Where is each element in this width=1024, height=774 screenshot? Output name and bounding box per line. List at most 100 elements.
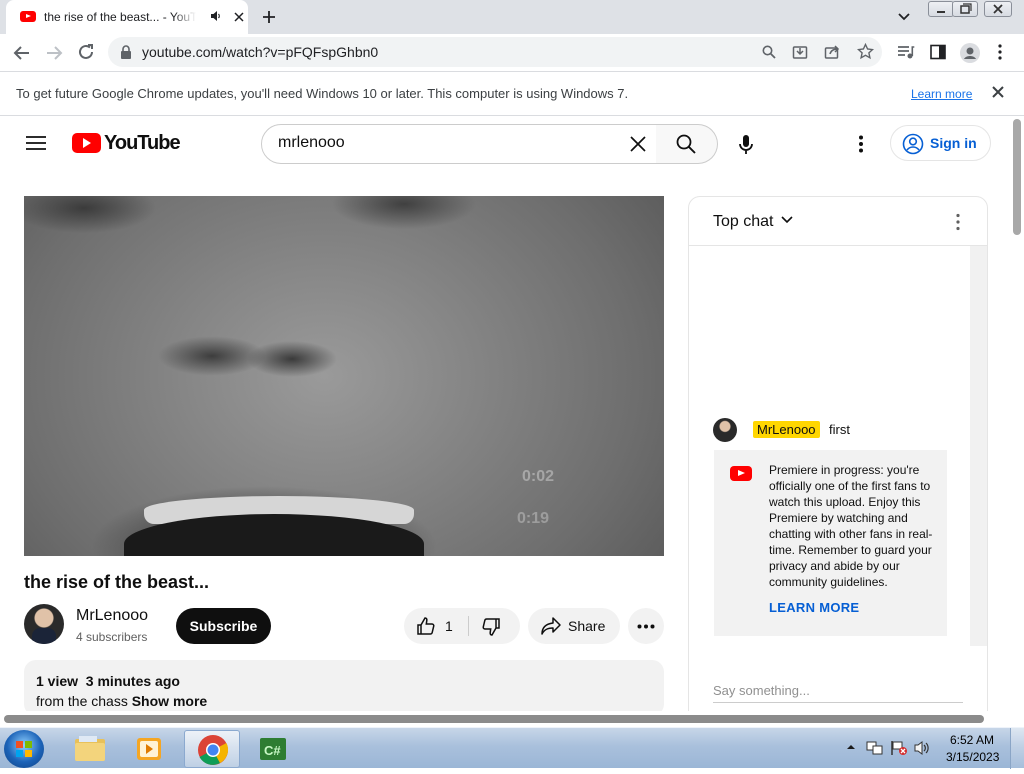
window-minimize-button[interactable] bbox=[928, 1, 954, 17]
chat-header: Top chat bbox=[689, 197, 987, 246]
vertical-scroll-thumb[interactable] bbox=[1013, 119, 1021, 235]
tab-search-chevron-icon[interactable] bbox=[896, 10, 912, 24]
subscribe-button[interactable]: Subscribe bbox=[176, 608, 271, 644]
chat-more-options-icon[interactable] bbox=[955, 213, 961, 231]
install-app-icon[interactable] bbox=[792, 44, 808, 60]
youtube-icon bbox=[730, 466, 752, 481]
chat-input[interactable]: Say something... bbox=[713, 681, 963, 703]
more-actions-button[interactable] bbox=[628, 608, 664, 644]
chat-input-placeholder: Say something... bbox=[713, 683, 810, 698]
video-overlay-text: 0:19 bbox=[517, 510, 550, 527]
chat-author-name[interactable]: MrLenooo bbox=[753, 421, 820, 438]
windows-explorer-taskbar-icon[interactable] bbox=[62, 730, 118, 768]
clear-search-icon[interactable] bbox=[629, 135, 647, 153]
video-description[interactable]: 1 view 3 minutes ago from the chass Show… bbox=[24, 660, 664, 716]
video-title: the rise of the beast... bbox=[24, 572, 210, 592]
channel-name[interactable]: MrLenooo bbox=[76, 607, 148, 625]
video-player[interactable]: 0:02 0:19 bbox=[24, 196, 664, 556]
more-options-icon[interactable] bbox=[858, 135, 864, 153]
notice-learn-more-link[interactable]: LEARN MORE bbox=[769, 600, 859, 615]
search-input[interactable] bbox=[278, 134, 618, 152]
chrome-menu-icon[interactable] bbox=[997, 44, 1003, 60]
premiere-notice: Premiere in progress: you're officially … bbox=[714, 450, 947, 636]
microphone-icon[interactable] bbox=[736, 134, 756, 156]
sign-in-label: Sign in bbox=[930, 135, 977, 151]
forward-arrow-icon[interactable] bbox=[45, 44, 63, 62]
share-label: Share bbox=[568, 618, 606, 634]
account-circle-icon bbox=[902, 133, 924, 155]
new-tab-icon[interactable] bbox=[260, 8, 278, 26]
chat-mode-title[interactable]: Top chat bbox=[713, 213, 773, 231]
chat-message-text: first bbox=[829, 422, 850, 437]
description-text: from the chass Show more bbox=[36, 693, 207, 709]
clock-date[interactable]: 3/15/2023 bbox=[946, 750, 999, 764]
url-text[interactable]: youtube.com/watch?v=pFQFspGhbn0 bbox=[142, 44, 378, 60]
profile-avatar-icon[interactable] bbox=[960, 43, 980, 63]
live-chat-panel: Top chat MrLenooo first Premiere in prog… bbox=[688, 196, 988, 718]
windows-taskbar: C# 6:52 AM 3/15/2023 bbox=[0, 727, 1024, 769]
side-panel-icon[interactable] bbox=[930, 44, 946, 60]
page-vertical-scrollbar[interactable] bbox=[1010, 117, 1024, 711]
reload-icon[interactable] bbox=[77, 43, 95, 61]
like-dislike-group: 1 bbox=[404, 608, 520, 644]
share-button[interactable]: Share bbox=[528, 608, 620, 644]
sign-in-button[interactable]: Sign in bbox=[890, 125, 991, 161]
browser-tab[interactable]: the rise of the beast... - YouTube bbox=[6, 0, 248, 34]
action-center-flag-icon[interactable] bbox=[890, 740, 908, 756]
hamburger-menu-icon[interactable] bbox=[26, 135, 46, 151]
like-count[interactable]: 1 bbox=[445, 618, 453, 634]
chevron-down-icon[interactable] bbox=[780, 214, 794, 226]
window-close-button[interactable] bbox=[984, 1, 1012, 17]
speaker-icon[interactable] bbox=[210, 10, 222, 22]
like-divider bbox=[468, 616, 469, 636]
address-bar[interactable]: youtube.com/watch?v=pFQFspGhbn0 bbox=[108, 37, 882, 67]
volume-icon[interactable] bbox=[913, 740, 931, 756]
media-control-icon[interactable] bbox=[897, 44, 915, 60]
subscriber-count: 4 subscribers bbox=[76, 630, 148, 644]
horizontal-scroll-thumb[interactable] bbox=[4, 715, 984, 723]
infobar-message: To get future Google Chrome updates, you… bbox=[16, 86, 629, 101]
infobar-close-icon[interactable] bbox=[991, 85, 1005, 99]
clock-time[interactable]: 6:52 AM bbox=[950, 733, 994, 747]
tray-overflow-icon[interactable] bbox=[846, 743, 856, 751]
show-more-link[interactable]: Show more bbox=[132, 693, 207, 709]
youtube-logo-text[interactable]: YouTube bbox=[104, 132, 181, 155]
back-arrow-icon[interactable] bbox=[13, 44, 31, 62]
google-chrome-taskbar-icon[interactable] bbox=[184, 730, 240, 768]
youtube-logo-icon[interactable] bbox=[72, 133, 101, 153]
chat-scrollbar[interactable] bbox=[970, 246, 987, 646]
view-count-and-date: 1 view 3 minutes ago bbox=[36, 673, 180, 689]
video-overlay-text: 0:02 bbox=[522, 468, 555, 485]
youtube-icon bbox=[20, 11, 36, 22]
like-thumb-icon[interactable] bbox=[416, 616, 436, 636]
browser-toolbar: youtube.com/watch?v=pFQFspGhbn0 bbox=[0, 34, 1024, 71]
search-icon bbox=[676, 134, 696, 154]
search-button[interactable] bbox=[656, 124, 718, 164]
search-box[interactable] bbox=[261, 124, 657, 164]
update-infobar: To get future Google Chrome updates, you… bbox=[0, 71, 1024, 116]
chat-message[interactable]: MrLenooo first bbox=[689, 413, 970, 447]
tab-strip: the rise of the beast... - YouTube bbox=[0, 0, 1024, 34]
tab-title: the rise of the beast... - YouTube bbox=[44, 10, 196, 24]
network-icon[interactable] bbox=[866, 740, 884, 756]
show-desktop-button[interactable] bbox=[1010, 728, 1024, 769]
lock-icon[interactable] bbox=[120, 45, 132, 59]
share-page-icon[interactable] bbox=[824, 44, 840, 60]
share-arrow-icon bbox=[540, 616, 562, 636]
dislike-thumb-icon[interactable] bbox=[481, 617, 501, 637]
window-restore-button[interactable] bbox=[952, 1, 978, 17]
zoom-search-icon[interactable] bbox=[762, 45, 776, 59]
more-horizontal-icon bbox=[637, 624, 655, 629]
infobar-learn-more-link[interactable]: Learn more bbox=[911, 87, 972, 101]
description-body: from the chass bbox=[36, 693, 128, 709]
youtube-header: YouTube Sign in bbox=[0, 117, 1010, 173]
csharp-ide-taskbar-icon[interactable]: C# bbox=[246, 730, 302, 768]
channel-avatar[interactable] bbox=[24, 604, 64, 644]
tab-close-icon[interactable] bbox=[232, 10, 246, 24]
chat-author-avatar[interactable] bbox=[713, 418, 737, 442]
bookmark-star-icon[interactable] bbox=[857, 43, 874, 60]
svg-text:C#: C# bbox=[264, 743, 281, 758]
page-horizontal-scrollbar[interactable] bbox=[0, 711, 1010, 727]
start-button[interactable] bbox=[4, 730, 44, 768]
media-player-taskbar-icon[interactable] bbox=[122, 730, 178, 768]
